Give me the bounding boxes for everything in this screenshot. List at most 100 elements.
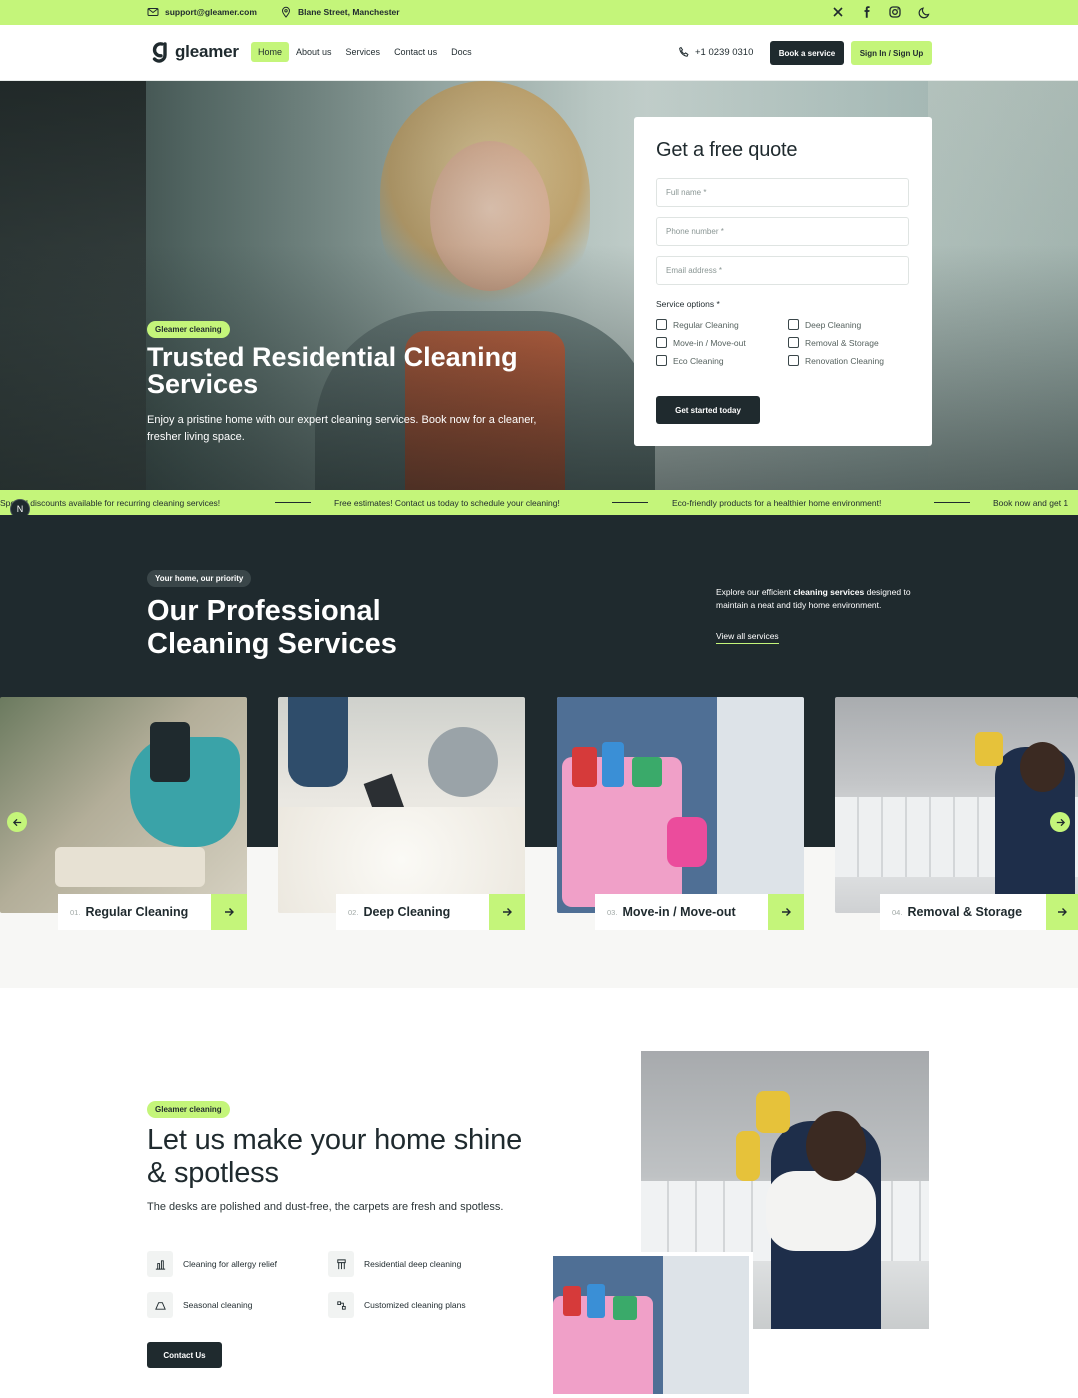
instagram-icon[interactable] — [888, 5, 902, 19]
checkbox[interactable] — [788, 355, 799, 366]
nav-phone[interactable]: +1 0239 0310 — [678, 46, 753, 58]
quote-form-title: Get a free quote — [656, 139, 798, 161]
option-move-in-out[interactable]: Move-in / Move-out — [656, 337, 788, 348]
dark-mode-moon-icon[interactable] — [918, 5, 932, 19]
x-twitter-icon[interactable] — [831, 5, 845, 19]
service-number: 01. — [70, 907, 81, 917]
feature-label: Customized cleaning plans — [364, 1300, 466, 1310]
service-card-move-in-out[interactable]: 03. Move-in / Move-out — [557, 697, 804, 930]
legs-shape — [288, 697, 348, 787]
service-card-deep-cleaning[interactable]: 02. Deep Cleaning — [278, 697, 525, 930]
nav-link-contact[interactable]: Contact us — [387, 42, 444, 62]
carousel-prev-button[interactable] — [7, 812, 27, 832]
service-card-label: 03. Move-in / Move-out — [595, 894, 768, 930]
option-renovation-cleaning[interactable]: Renovation Cleaning — [788, 355, 909, 366]
brand-logo[interactable]: gleamer — [147, 40, 239, 64]
nav-link-home[interactable]: Home — [251, 42, 290, 62]
mail-icon — [147, 8, 159, 16]
hero-tag: Gleamer cleaning — [147, 321, 230, 338]
arrow-right-icon — [503, 908, 512, 916]
top-bar-email[interactable]: support@gleamer.com — [147, 6, 257, 18]
gleamer-logo-icon — [152, 42, 167, 63]
view-all-services-link[interactable]: View all services — [716, 631, 779, 644]
service-arrow-button[interactable] — [1046, 894, 1078, 930]
carousel-next-button[interactable] — [1050, 812, 1070, 832]
feature-customized-plans: Customized cleaning plans — [328, 1292, 466, 1318]
email-address-field[interactable] — [656, 256, 909, 285]
service-card-regular-cleaning[interactable]: 01. Regular Cleaning — [0, 697, 247, 930]
feature-label: Residential deep cleaning — [364, 1259, 462, 1269]
quote-form: Get a free quote Service options * Regul… — [634, 117, 932, 446]
deep-cleaning-icon — [328, 1251, 354, 1277]
main-navigation: gleamer Home About us Services Contact u… — [0, 25, 1078, 81]
about-photo-secondary — [549, 1252, 753, 1398]
option-eco-cleaning[interactable]: Eco Cleaning — [656, 355, 788, 366]
option-regular-cleaning[interactable]: Regular Cleaning — [656, 319, 788, 330]
book-service-button[interactable]: Book a service — [770, 41, 844, 65]
checkbox[interactable] — [656, 319, 667, 330]
phone-number: +1 0239 0310 — [695, 46, 754, 58]
checkbox[interactable] — [656, 355, 667, 366]
service-image-removal-storage — [835, 697, 1078, 913]
nav-link-services[interactable]: Services — [339, 42, 388, 62]
yellow-glove-shape — [756, 1091, 790, 1133]
arrow-right-icon — [225, 908, 234, 916]
option-label: Removal & Storage — [805, 337, 879, 348]
service-arrow-button[interactable] — [211, 894, 247, 930]
bottle-blue-shape — [587, 1284, 605, 1318]
option-label: Move-in / Move-out — [673, 337, 746, 348]
vacuum-body-shape — [428, 727, 498, 797]
hair-shape — [806, 1111, 866, 1181]
service-card-label: 02. Deep Cleaning — [336, 894, 489, 930]
service-card-label: 04. Removal & Storage — [880, 894, 1046, 930]
feature-label: Cleaning for allergy relief — [183, 1259, 278, 1269]
phone-icon — [679, 46, 689, 57]
ticker-item: Special discounts available for recurrin… — [0, 498, 221, 508]
service-options-label: Service options * — [656, 299, 720, 309]
service-name: Regular Cleaning — [85, 905, 189, 919]
option-deep-cleaning[interactable]: Deep Cleaning — [788, 319, 909, 330]
option-removal-storage[interactable]: Removal & Storage — [788, 337, 909, 348]
service-card-removal-storage[interactable]: 04. Removal & Storage — [835, 697, 1078, 930]
checkbox[interactable] — [788, 337, 799, 348]
arrow-right-icon — [1058, 908, 1067, 916]
option-label: Deep Cleaning — [805, 319, 862, 330]
ticker-separator — [275, 502, 311, 503]
lead-prefix: Explore our efficient — [716, 587, 794, 597]
address-text: Blane Street, Manchester — [298, 7, 400, 17]
full-name-field[interactable] — [656, 178, 909, 207]
yellow-glove-shape — [975, 732, 1003, 766]
contact-us-button[interactable]: Contact Us — [147, 1342, 222, 1368]
seasonal-cleaning-icon — [147, 1292, 173, 1318]
hair-shape — [1020, 742, 1065, 792]
service-number: 02. — [348, 907, 359, 917]
services-title: Our Professional Cleaning Services — [147, 595, 397, 660]
service-arrow-button[interactable] — [489, 894, 525, 930]
nav-link-about[interactable]: About us — [289, 42, 339, 62]
checkbox[interactable] — [788, 319, 799, 330]
nav-link-docs[interactable]: Docs — [444, 42, 479, 62]
phone-number-field[interactable] — [656, 217, 909, 246]
custom-plans-icon — [328, 1292, 354, 1318]
sign-in-button[interactable]: Sign In / Sign Up — [851, 41, 932, 65]
bottle-red-shape — [563, 1286, 581, 1316]
hero-title: Trusted Residential Cleaning Services — [147, 342, 518, 399]
feature-residential-deep-cleaning: Residential deep cleaning — [328, 1251, 461, 1277]
sponge-green-shape — [613, 1296, 637, 1320]
facebook-icon[interactable] — [860, 5, 874, 19]
bottle-blue-shape — [602, 742, 624, 787]
service-arrow-button[interactable] — [768, 894, 804, 930]
services-tag: Your home, our priority — [147, 570, 252, 587]
get-started-button[interactable]: Get started today — [656, 396, 760, 424]
top-bar: support@gleamer.com Blane Street, Manche… — [0, 0, 1078, 25]
service-options-group: Regular Cleaning Deep Cleaning Move-in /… — [656, 319, 910, 366]
about-text: The desks are polished and dust-free, th… — [147, 1201, 504, 1213]
spray-bottle-shape — [150, 722, 190, 782]
service-number: 03. — [607, 907, 618, 917]
location-pin-icon — [281, 6, 291, 18]
shirt-shape — [766, 1171, 876, 1251]
checkbox[interactable] — [656, 337, 667, 348]
about-tag: Gleamer cleaning — [147, 1101, 230, 1118]
hero-subtitle: Enjoy a pristine home with our expert cl… — [147, 414, 537, 443]
option-label: Regular Cleaning — [673, 319, 739, 330]
